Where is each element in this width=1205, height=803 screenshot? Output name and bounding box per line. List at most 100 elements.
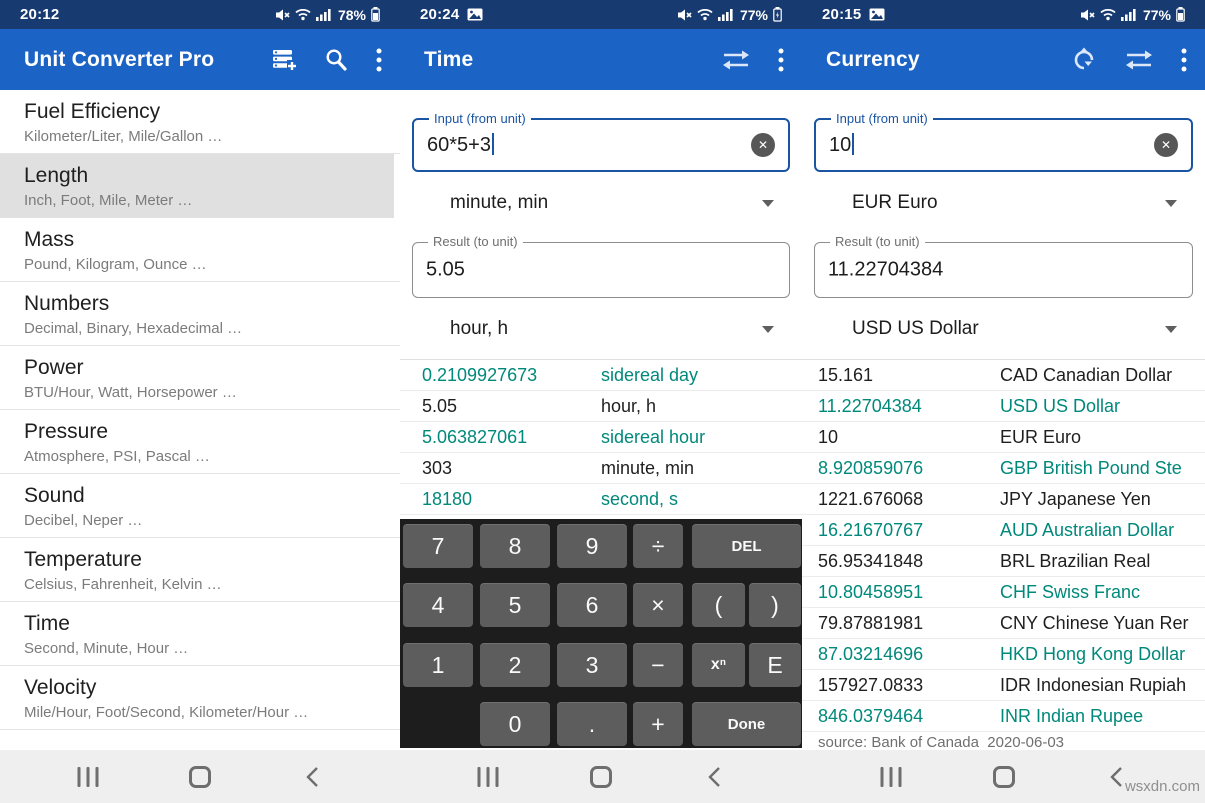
app-bar: Unit Converter Pro: [0, 29, 400, 90]
swap-units-icon[interactable]: [721, 49, 751, 71]
conversion-row[interactable]: 8.920859076GBP British Pound Ste: [802, 453, 1205, 484]
conversion-row[interactable]: 1221.676068JPY Japanese Yen: [802, 484, 1205, 515]
key-delete[interactable]: DEL: [692, 524, 801, 568]
conversion-row[interactable]: 0.2109927673sidereal day: [400, 360, 802, 391]
key-8[interactable]: 8: [480, 524, 550, 568]
category-power[interactable]: Power BTU/Hour, Watt, Horsepower …: [0, 346, 400, 410]
conversion-row[interactable]: 87.03214696HKD Hong Kong Dollar: [802, 639, 1205, 670]
category-temperature[interactable]: Temperature Celsius, Fahrenheit, Kelvin …: [0, 538, 400, 602]
wifi-icon: [1100, 8, 1116, 21]
search-icon[interactable]: [324, 47, 349, 72]
key-3[interactable]: 3: [557, 643, 627, 687]
result-to-unit-field[interactable]: Result (to unit) 5.05: [412, 242, 790, 298]
category-title: Time: [24, 610, 390, 638]
recents-button[interactable]: [78, 767, 99, 787]
category-length-selected[interactable]: Length Inch, Foot, Mile, Meter …: [0, 154, 394, 218]
key-plus[interactable]: +: [633, 702, 683, 746]
from-currency-label: EUR Euro: [852, 192, 938, 214]
to-unit-dropdown[interactable]: hour, h: [450, 314, 774, 344]
conversion-row[interactable]: 10.80458951CHF Swiss Franc: [802, 577, 1205, 608]
conversion-row[interactable]: 5.063827061sidereal hour: [400, 422, 802, 453]
category-numbers[interactable]: Numbers Decimal, Binary, Hexadecimal …: [0, 282, 400, 346]
category-mass[interactable]: Mass Pound, Kilogram, Ounce …: [0, 218, 400, 282]
status-time: 20:15: [822, 6, 861, 23]
key-divide[interactable]: ÷: [633, 524, 683, 568]
conversion-row[interactable]: 5.05hour, h: [400, 391, 802, 422]
category-sound[interactable]: Sound Decibel, Neper …: [0, 474, 400, 538]
conversion-row[interactable]: 79.87881981CNY Chinese Yuan Rer: [802, 608, 1205, 639]
overflow-menu-icon[interactable]: [376, 48, 382, 72]
app-bar: Time: [400, 29, 802, 90]
clear-input-icon[interactable]: ✕: [1154, 133, 1178, 157]
conversion-value: 56.95341848: [818, 551, 1000, 572]
category-subtitle: Inch, Foot, Mile, Meter …: [24, 190, 384, 212]
categories-panel: 20:12 78% Unit Converter Pro Fuel Effici…: [0, 0, 400, 803]
conversion-unit: AUD Australian Dollar: [1000, 520, 1205, 541]
key-4[interactable]: 4: [403, 583, 473, 627]
key-multiply[interactable]: ×: [633, 583, 683, 627]
key-exponent[interactable]: E: [749, 643, 801, 687]
from-currency-dropdown[interactable]: EUR Euro: [852, 188, 1177, 218]
key-minus[interactable]: −: [633, 643, 683, 687]
conversion-row[interactable]: 15.161CAD Canadian Dollar: [802, 360, 1205, 391]
category-velocity[interactable]: Velocity Mile/Hour, Foot/Second, Kilomet…: [0, 666, 400, 730]
key-9[interactable]: 9: [557, 524, 627, 568]
category-time[interactable]: Time Second, Minute, Hour …: [0, 602, 400, 666]
input-from-unit-field[interactable]: Input (from unit) 10 ✕: [814, 118, 1193, 172]
conversion-row[interactable]: 18180second, s: [400, 484, 802, 515]
conversion-row[interactable]: 157927.0833IDR Indonesian Rupiah: [802, 670, 1205, 701]
currency-converter-body: Input (from unit) 10 ✕ EUR Euro Result (…: [802, 90, 1205, 750]
conversion-row[interactable]: 11.22704384USD US Dollar: [802, 391, 1205, 422]
conversion-row[interactable]: 846.0379464INR Indian Rupee: [802, 701, 1205, 732]
app-title: Time: [424, 48, 473, 72]
conversion-unit: EUR Euro: [1000, 427, 1205, 448]
chevron-down-icon: [1165, 200, 1177, 207]
key-close-paren[interactable]: ): [749, 583, 801, 627]
back-button[interactable]: [305, 765, 319, 789]
screen: 20:12 78% Unit Converter Pro Fuel Effici…: [0, 0, 1205, 803]
conversion-row[interactable]: 10EUR Euro: [802, 422, 1205, 453]
key-done[interactable]: Done: [692, 702, 801, 746]
category-subtitle: Kilometer/Liter, Mile/Gallon …: [24, 126, 390, 148]
home-button[interactable]: [590, 766, 612, 788]
conversion-row[interactable]: 56.95341848BRL Brazilian Real: [802, 546, 1205, 577]
key-2[interactable]: 2: [480, 643, 550, 687]
key-power[interactable]: xⁿ: [692, 643, 745, 687]
back-button[interactable]: [1109, 765, 1123, 789]
refresh-rates-icon[interactable]: [1071, 47, 1097, 73]
key-open-paren[interactable]: (: [692, 583, 745, 627]
to-currency-dropdown[interactable]: USD US Dollar: [852, 314, 1177, 344]
clear-input-icon[interactable]: ✕: [751, 133, 775, 157]
conversion-row[interactable]: 303minute, min: [400, 453, 802, 484]
conversion-value: 10: [818, 427, 1000, 448]
currency-converter-panel: 20:15 77% Currency Input (from unit) 10: [802, 0, 1205, 803]
category-pressure[interactable]: Pressure Atmosphere, PSI, Pascal …: [0, 410, 400, 474]
from-unit-dropdown[interactable]: minute, min: [450, 188, 774, 218]
recents-button[interactable]: [478, 767, 499, 787]
key-6[interactable]: 6: [557, 583, 627, 627]
add-custom-conversion-icon[interactable]: [271, 47, 297, 73]
conversion-unit: GBP British Pound Ste: [1000, 458, 1205, 479]
key-0[interactable]: 0: [480, 702, 550, 746]
overflow-menu-icon[interactable]: [1181, 48, 1187, 72]
android-nav-bar: [400, 750, 802, 803]
conversion-value: 18180: [422, 489, 601, 510]
input-from-unit-field[interactable]: Input (from unit) 60*5+3 ✕: [412, 118, 790, 172]
category-title: Fuel Efficiency: [24, 98, 390, 126]
key-1[interactable]: 1: [403, 643, 473, 687]
swap-units-icon[interactable]: [1124, 49, 1154, 71]
key-5[interactable]: 5: [480, 583, 550, 627]
recents-button[interactable]: [880, 767, 901, 787]
key-7[interactable]: 7: [403, 524, 473, 568]
back-button[interactable]: [707, 765, 721, 789]
conversion-unit: CNY Chinese Yuan Rer: [1000, 613, 1205, 634]
conversion-value: 0.2109927673: [422, 365, 601, 386]
conversion-row[interactable]: 16.21670767AUD Australian Dollar: [802, 515, 1205, 546]
home-button[interactable]: [993, 766, 1015, 788]
result-to-unit-field[interactable]: Result (to unit) 11.22704384: [814, 242, 1193, 298]
category-fuel-efficiency[interactable]: Fuel Efficiency Kilometer/Liter, Mile/Ga…: [0, 90, 400, 154]
conversion-value: 1221.676068: [818, 489, 1000, 510]
key-decimal[interactable]: .: [557, 702, 627, 746]
home-button[interactable]: [189, 766, 211, 788]
overflow-menu-icon[interactable]: [778, 48, 784, 72]
